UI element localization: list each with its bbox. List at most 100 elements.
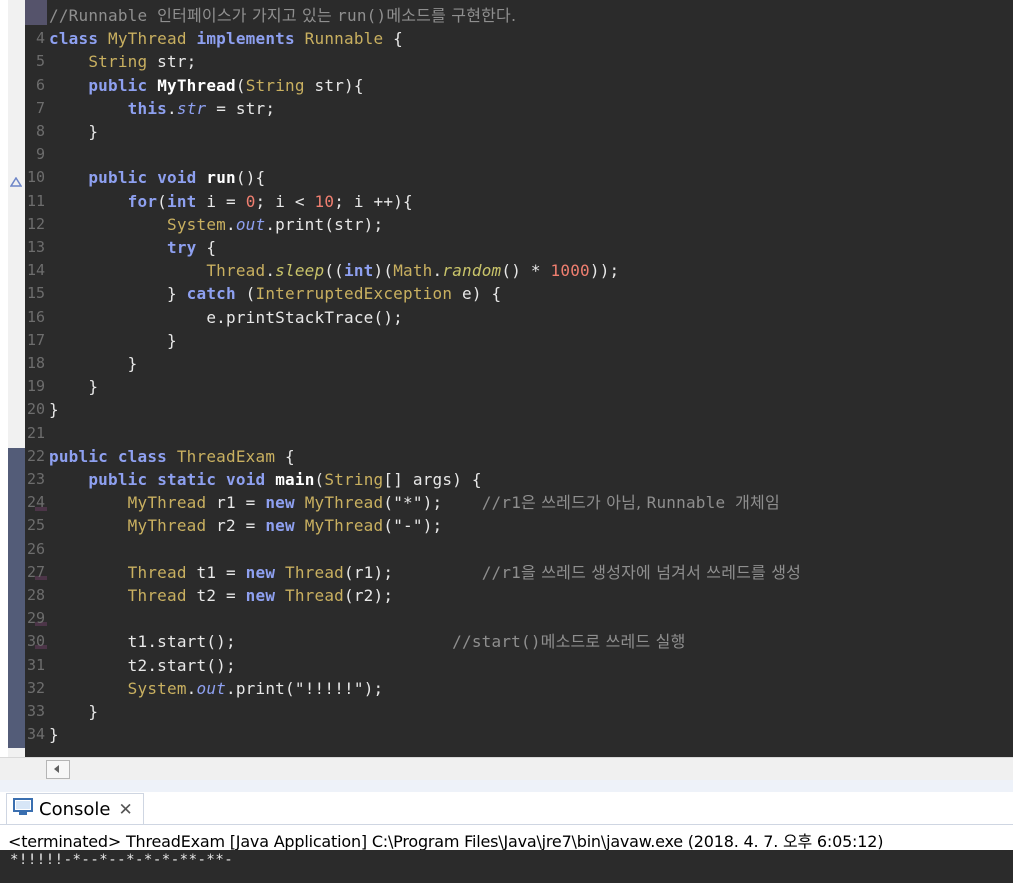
- horizontal-scrollbar[interactable]: [0, 757, 1013, 780]
- line-number: 11: [26, 191, 45, 210]
- line-number: 34: [26, 725, 45, 744]
- code-line[interactable]: 4 class MyThread implements Runnable {: [0, 27, 1013, 50]
- code-token: 0: [245, 191, 256, 211]
- code-token: Math: [393, 261, 433, 281]
- code-line[interactable]: 23 public static void main(String[] args…: [0, 468, 1013, 491]
- line-number: 20: [26, 400, 45, 419]
- code-line[interactable]: 21: [0, 422, 1013, 445]
- code-text: }: [49, 723, 59, 746]
- code-token: public: [49, 446, 118, 466]
- code-token: InterruptedException: [255, 284, 453, 304]
- code-token: {: [196, 238, 217, 257]
- code-line[interactable]: 12 System.out.print(str);: [0, 213, 1013, 236]
- code-line[interactable]: 22 public class ThreadExam {: [0, 445, 1013, 468]
- code-token: sleep: [275, 261, 325, 281]
- code-line[interactable]: 11 for(int i = 0; i < 10; i ++){: [0, 190, 1013, 213]
- code-line[interactable]: 19 }: [0, 375, 1013, 398]
- code-token: MyThread: [108, 29, 197, 49]
- code-line[interactable]: 30 t1.start(); //start()메소드로 쓰레드 실행: [0, 630, 1013, 653]
- line-number: 7: [35, 98, 45, 117]
- code-line[interactable]: 31 t2.start();: [0, 654, 1013, 677]
- code-text: t1.start(); //start()메소드로 쓰레드 실행: [49, 630, 686, 653]
- code-line[interactable]: 34}: [0, 723, 1013, 746]
- code-token: String: [88, 52, 148, 72]
- code-line[interactable]: 16 e.printStackTrace();: [0, 306, 1013, 329]
- code-token: new: [245, 586, 286, 605]
- code-token: t1.start();: [49, 632, 453, 652]
- console-icon: [13, 798, 33, 821]
- code-token: .print(str);: [265, 214, 384, 234]
- code-token: )(: [373, 261, 394, 281]
- code-token: );: [363, 678, 384, 698]
- code-token: random: [442, 261, 502, 281]
- code-line[interactable]: 27 Thread t1 = new Thread(r1); //r1을 쓰레드…: [0, 561, 1013, 584]
- code-token: r2 =: [206, 516, 266, 536]
- code-line[interactable]: 25 MyThread r2 = new MyThread("-");: [0, 514, 1013, 537]
- code-token: (: [157, 191, 168, 211]
- code-line[interactable]: 15 } catch (InterruptedException e) {: [0, 282, 1013, 305]
- console-tab[interactable]: Console ✕: [6, 793, 144, 825]
- arrow-left-icon: [54, 765, 59, 773]
- code-line[interactable]: 8 }: [0, 120, 1013, 143]
- code-token: public: [88, 75, 158, 95]
- code-token: int: [167, 191, 197, 211]
- line-number: 27: [26, 562, 45, 581]
- code-line[interactable]: 5 String str;: [0, 50, 1013, 73]
- code-token: Thread: [285, 562, 345, 582]
- code-line[interactable]: 10 public void run(){: [0, 166, 1013, 189]
- code-token: );: [422, 516, 443, 536]
- code-token: .: [265, 261, 276, 281]
- code-token: "-": [393, 516, 423, 536]
- code-token: (){: [235, 168, 266, 188]
- code-token: str){: [304, 75, 364, 95]
- code-token: catch: [186, 284, 246, 304]
- code-line[interactable]: 20}: [0, 398, 1013, 421]
- code-line[interactable]: 32 System.out.print("!!!!!");: [0, 677, 1013, 700]
- code-line[interactable]: 26: [0, 538, 1013, 561]
- code-text: }: [49, 352, 138, 375]
- line-number: 29: [26, 609, 45, 628]
- code-line[interactable]: 29: [0, 607, 1013, 630]
- line-number: 16: [26, 307, 45, 326]
- code-line[interactable]: 24 MyThread r1 = new MyThread("*"); //r1…: [0, 491, 1013, 514]
- code-token: t2.start();: [49, 655, 236, 675]
- code-token: .: [186, 678, 197, 698]
- code-token: 을 쓰레드 생성자에 넘겨서 쓰레드를 생성: [521, 562, 802, 582]
- code-token: String: [324, 470, 384, 489]
- line-number: 8: [35, 122, 45, 140]
- code-token: ((: [324, 261, 345, 281]
- code-token: //start(): [452, 632, 541, 652]
- code-line[interactable]: 28 Thread t2 = new Thread(r2);: [0, 584, 1013, 607]
- code-line[interactable]: 17 }: [0, 329, 1013, 352]
- code-line[interactable]: //Runnable 인터페이스가 가지고 있는 run()메소드를 구현한다.: [0, 4, 1013, 27]
- code-token: 인터페이스가 가지고 있는: [157, 6, 338, 25]
- code-line[interactable]: 13 try {: [0, 236, 1013, 259]
- code-token: );: [422, 493, 482, 513]
- code-token: 메소드로 쓰레드 실행: [540, 632, 686, 652]
- code-line[interactable]: 18 }: [0, 352, 1013, 375]
- code-line[interactable]: 7 this.str = str;: [0, 97, 1013, 120]
- code-token: (: [314, 470, 325, 489]
- code-token: for: [127, 191, 158, 211]
- code-token: str: [176, 98, 207, 118]
- code-token: t2 =: [186, 586, 246, 605]
- code-line[interactable]: 6 public MyThread(String str){: [0, 74, 1013, 97]
- code-text: }: [49, 329, 177, 352]
- code-line[interactable]: 33 }: [0, 700, 1013, 723]
- code-editor[interactable]: //Runnable 인터페이스가 가지고 있는 run()메소드를 구현한다.…: [0, 0, 1013, 757]
- code-line[interactable]: 14 Thread.sleep((int)(Math.random() * 10…: [0, 259, 1013, 282]
- code-text: MyThread r1 = new MyThread("*"); //r1은 쓰…: [49, 491, 780, 514]
- code-text: MyThread r2 = new MyThread("-");: [49, 514, 443, 537]
- code-token: i =: [196, 191, 246, 211]
- code-token: = str;: [206, 98, 276, 118]
- code-token: void: [226, 470, 276, 489]
- code-text: //Runnable 인터페이스가 가지고 있는 run()메소드를 구현한다.: [49, 4, 516, 27]
- code-token: .print(: [226, 678, 295, 698]
- code-token: ; i <: [255, 191, 315, 211]
- console-output[interactable]: *!!!!!-*--*--*-*-*-**-**-: [0, 850, 1013, 883]
- scroll-left-button[interactable]: [46, 760, 70, 779]
- code-line[interactable]: 9: [0, 143, 1013, 166]
- close-icon[interactable]: ✕: [118, 800, 132, 820]
